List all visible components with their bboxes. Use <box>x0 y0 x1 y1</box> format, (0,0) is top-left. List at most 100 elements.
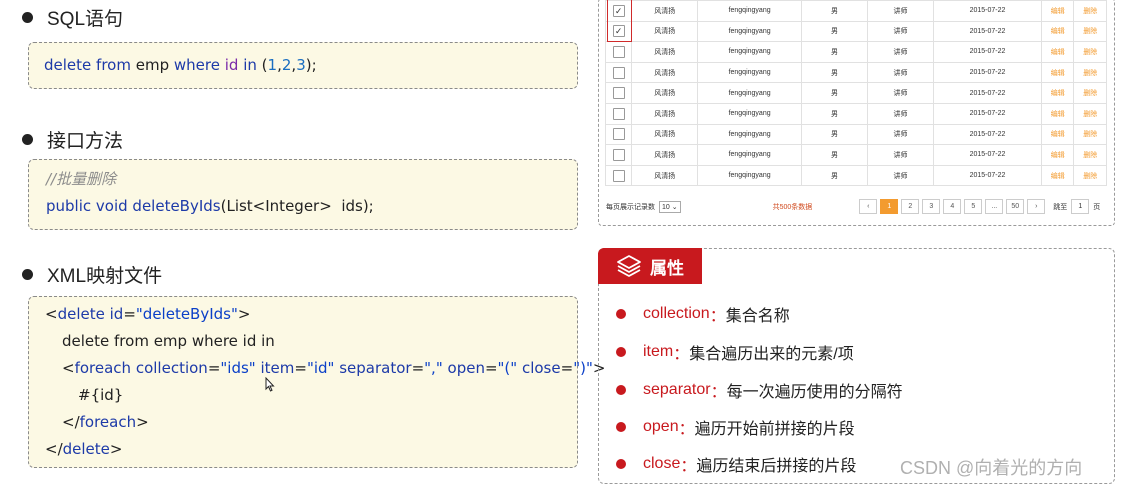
table-row: ✓ 风清扬 fengqingyang 男讲师 2015-07-22 编辑 删除 <box>604 20 1107 43</box>
red-bullet-icon <box>616 459 626 469</box>
cell-edit-link[interactable]: 编辑 <box>1040 164 1075 187</box>
red-bullet-icon <box>616 309 626 319</box>
cell-delete-link[interactable]: 删除 <box>1073 0 1107 22</box>
cell-name: 风清扬 <box>631 20 699 43</box>
row-checkbox[interactable] <box>612 45 625 58</box>
section-title-xml: XML映射文件 <box>22 261 162 288</box>
per-page-select[interactable]: 10 ⌄ <box>659 200 681 213</box>
red-bullet-icon <box>616 422 626 432</box>
cell-name: 风清扬 <box>631 123 699 146</box>
goto-label: 跳至 <box>1053 203 1068 211</box>
sql-code-line: delete from emp where id in (1,2,3); <box>44 56 317 74</box>
cell-username: fengqingyang <box>697 0 802 22</box>
pager-page-button[interactable]: 3 <box>922 199 941 214</box>
cell-date: 2015-07-22 <box>933 0 1042 22</box>
cell-date: 2015-07-22 <box>933 144 1042 166</box>
cell-role: 讲师 <box>866 20 935 43</box>
xml-line-4: #{id} <box>78 386 124 404</box>
cell-role: 讲师 <box>866 123 935 146</box>
cell-delete-link[interactable]: 删除 <box>1073 102 1107 125</box>
attribute-description: 集合遍历出来的元素/项 <box>689 346 854 363</box>
cell-name: 风清扬 <box>631 164 699 187</box>
cell-delete-link[interactable]: 删除 <box>1073 164 1107 187</box>
attribute-key: item <box>643 343 674 360</box>
pager-page-button[interactable]: 5 <box>964 199 983 214</box>
attribute-description: 遍历开始前拼接的片段 <box>694 421 855 438</box>
row-checkbox-cell[interactable] <box>604 102 633 125</box>
cell-name: 风清扬 <box>631 144 699 166</box>
attribute-separator: ： <box>678 421 695 438</box>
row-checkbox-cell[interactable] <box>604 164 633 187</box>
cell-edit-link[interactable]: 编辑 <box>1040 123 1075 146</box>
row-checkbox[interactable] <box>612 107 625 120</box>
xml-line-3: <foreach collection="ids" item="id" sepa… <box>62 359 606 377</box>
pager-next-button[interactable]: › <box>1027 199 1046 214</box>
cell-date: 2015-07-22 <box>933 82 1042 104</box>
row-checkbox[interactable] <box>612 169 625 182</box>
cell-edit-link[interactable]: 编辑 <box>1040 0 1075 22</box>
goto-input[interactable]: 1 <box>1071 199 1090 214</box>
table-row: 风清扬 fengqingyang 男讲师 2015-07-22 编辑 删除 <box>604 61 1107 84</box>
row-checkbox-cell[interactable] <box>604 41 633 63</box>
table-row: 风清扬 fengqingyang 男讲师 2015-07-22 编辑 删除 <box>604 82 1107 104</box>
row-checkbox[interactable] <box>612 128 625 141</box>
pager-buttons: ‹ 1 2 3 4 5... 50 › <box>856 199 1046 214</box>
row-checkbox[interactable] <box>612 148 625 161</box>
section-title-xml-text: XML映射文件 <box>47 266 163 287</box>
cell-gender: 男 <box>800 164 869 187</box>
row-checkbox[interactable] <box>612 66 625 79</box>
table-row: 风清扬 fengqingyang 男讲师 2015-07-22 编辑 删除 <box>604 41 1107 63</box>
xml-line-5: </foreach> <box>62 413 149 431</box>
attribute-separator: ： <box>710 384 727 401</box>
cell-edit-link[interactable]: 编辑 <box>1040 61 1075 84</box>
cell-delete-link[interactable]: 删除 <box>1073 41 1107 63</box>
attributes-header: 属性 <box>598 248 702 284</box>
cell-edit-link[interactable]: 编辑 <box>1040 102 1075 125</box>
interface-comment: //批量删除 <box>46 170 117 188</box>
cell-role: 讲师 <box>866 61 935 84</box>
pager-page-button[interactable]: 2 <box>901 199 920 214</box>
cell-delete-link[interactable]: 删除 <box>1073 20 1107 43</box>
pager-page-button[interactable]: 1 <box>880 199 899 214</box>
section-title-sql-text: SQL语句 <box>47 9 124 30</box>
attribute-item-collection: collection：集合名称 <box>616 302 790 326</box>
cell-edit-link[interactable]: 编辑 <box>1040 82 1075 104</box>
cell-username: fengqingyang <box>697 123 802 146</box>
checked-rows-highlight <box>607 0 632 42</box>
cell-delete-link[interactable]: 删除 <box>1073 82 1107 104</box>
attribute-description: 遍历结束后拼接的片段 <box>696 458 857 475</box>
section-title-sql: SQL语句 <box>22 4 123 31</box>
cell-delete-link[interactable]: 删除 <box>1073 123 1107 146</box>
cell-gender: 男 <box>800 41 869 63</box>
pager-page-button[interactable]: ... <box>985 199 1004 214</box>
cell-username: fengqingyang <box>697 82 802 104</box>
cell-delete-link[interactable]: 删除 <box>1073 61 1107 84</box>
row-checkbox-cell[interactable] <box>604 123 633 146</box>
pager-prev-button[interactable]: ‹ <box>859 199 878 214</box>
row-checkbox[interactable] <box>612 87 625 100</box>
pager-page-button[interactable]: 50 <box>1006 199 1025 214</box>
cell-edit-link[interactable]: 编辑 <box>1040 144 1075 166</box>
section-title-interface-text: 接口方法 <box>47 131 124 152</box>
row-checkbox-cell[interactable] <box>604 61 633 84</box>
cell-edit-link[interactable]: 编辑 <box>1040 20 1075 43</box>
cell-username: fengqingyang <box>697 164 802 187</box>
row-checkbox-cell[interactable] <box>604 82 633 104</box>
cell-gender: 男 <box>800 82 869 104</box>
attribute-key: collection <box>643 305 710 322</box>
cell-edit-link[interactable]: 编辑 <box>1040 41 1075 63</box>
mouse-cursor-icon <box>265 376 275 397</box>
cell-role: 讲师 <box>866 144 935 166</box>
cell-gender: 男 <box>800 102 869 125</box>
page-suffix: 页 <box>1093 203 1101 211</box>
cell-delete-link[interactable]: 删除 <box>1073 144 1107 166</box>
attribute-item-open: open：遍历开始前拼接的片段 <box>616 415 855 439</box>
cell-username: fengqingyang <box>697 20 802 43</box>
cell-username: fengqingyang <box>697 144 802 166</box>
row-checkbox-cell[interactable] <box>604 144 633 166</box>
cell-date: 2015-07-22 <box>933 41 1042 63</box>
pager-page-button[interactable]: 4 <box>943 199 962 214</box>
attribute-key: close <box>643 455 681 472</box>
cell-gender: 男 <box>800 61 869 84</box>
cell-username: fengqingyang <box>697 41 802 63</box>
